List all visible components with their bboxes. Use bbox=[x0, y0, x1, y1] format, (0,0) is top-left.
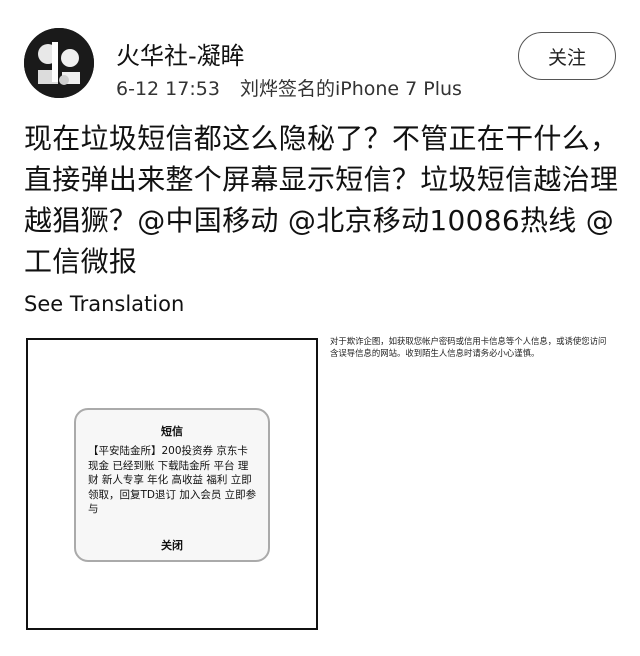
sms-popup-dialog: 短信 【平安陆金所】200投资券 京东卡 现金 已经到账 下载陆金所 平台 理财… bbox=[74, 408, 270, 562]
post-meta: 6-12 17:53 刘烨签名的iPhone 7 Plus bbox=[116, 74, 462, 101]
avatar-image bbox=[24, 28, 94, 98]
post-image-screenshot[interactable]: 短信 【平安陆金所】200投资券 京东卡 现金 已经到账 下载陆金所 平台 理财… bbox=[26, 338, 318, 630]
post-image-text-snippet[interactable]: 对于欺诈企图，如获取您帐户密码或信用卡信息等个人信息，或诱使您访问含误导信息的网… bbox=[330, 336, 610, 359]
follow-button[interactable]: 关注 bbox=[518, 32, 616, 80]
post-text: 现在垃圾短信都这么隐秘了？不管正在干什么，直接弹出来整个屏幕显示短信？垃圾短信越… bbox=[24, 122, 619, 278]
post-device: 刘烨签名的iPhone 7 Plus bbox=[239, 78, 462, 100]
avatar[interactable] bbox=[24, 28, 94, 98]
post-time: 6-12 17:53 bbox=[116, 78, 220, 100]
see-translation-link[interactable]: See Translation bbox=[24, 292, 184, 316]
user-name[interactable]: 火华社-凝眸 bbox=[116, 36, 245, 71]
sms-popup-title: 短信 bbox=[161, 425, 183, 438]
sms-popup-close-button: 关闭 bbox=[161, 539, 183, 552]
sms-popup-body: 【平安陆金所】200投资券 京东卡 现金 已经到账 下载陆金所 平台 理财 新人… bbox=[88, 445, 257, 515]
